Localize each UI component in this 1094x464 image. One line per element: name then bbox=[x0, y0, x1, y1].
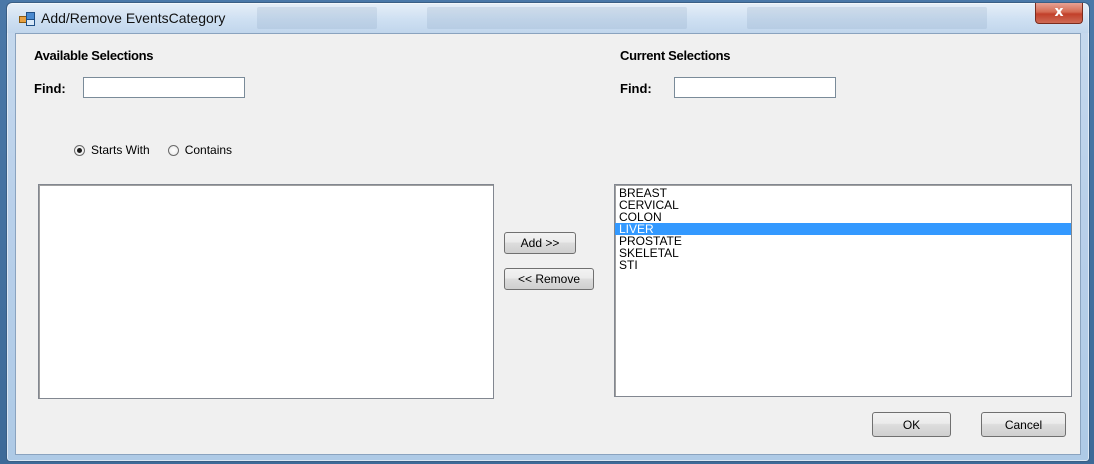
contains-label: Contains bbox=[184, 143, 233, 157]
list-item[interactable]: COLON bbox=[615, 211, 1071, 223]
radio-checked-icon bbox=[74, 144, 85, 156]
remove-button[interactable]: << Remove bbox=[504, 268, 594, 290]
available-find-label: Find: bbox=[34, 81, 66, 96]
starts-with-radio[interactable]: Starts With bbox=[74, 143, 150, 157]
dialog-client-area: Available Selections Find: Starts With C… bbox=[15, 33, 1081, 455]
title-bar[interactable]: Add/Remove EventsCategory x bbox=[7, 3, 1089, 33]
add-button[interactable]: Add >> bbox=[504, 232, 576, 254]
available-find-input[interactable] bbox=[83, 77, 245, 98]
titlebar-ghost bbox=[427, 7, 687, 29]
dialog-window: Add/Remove EventsCategory x Available Se… bbox=[6, 2, 1090, 462]
close-icon: x bbox=[1054, 4, 1064, 20]
current-list: BREAST CERVICAL COLON LIVER PROSTATE SKELETAL… bbox=[615, 185, 1071, 271]
list-item[interactable]: PROSTATE bbox=[615, 235, 1071, 247]
available-selections-heading: Available Selections bbox=[34, 48, 154, 63]
ok-button[interactable]: OK bbox=[872, 412, 951, 437]
titlebar-ghost bbox=[747, 7, 987, 29]
list-item[interactable]: BREAST bbox=[615, 187, 1071, 199]
current-find-input[interactable] bbox=[674, 77, 836, 98]
close-button[interactable]: x bbox=[1035, 3, 1083, 24]
match-mode-radio-group: Starts With Contains bbox=[74, 143, 232, 157]
window-app-icon bbox=[19, 12, 35, 26]
titlebar-ghost bbox=[257, 7, 377, 29]
cancel-button[interactable]: Cancel bbox=[981, 412, 1066, 437]
window-title: Add/Remove EventsCategory bbox=[41, 10, 226, 26]
available-listbox[interactable] bbox=[38, 184, 494, 399]
radio-unchecked-icon bbox=[167, 144, 179, 156]
contains-radio[interactable]: Contains bbox=[167, 143, 233, 157]
current-selections-heading: Current Selections bbox=[620, 48, 731, 63]
list-item[interactable]: LIVER bbox=[615, 223, 1071, 235]
current-find-label: Find: bbox=[620, 81, 652, 96]
current-listbox[interactable]: BREAST CERVICAL COLON LIVER PROSTATE SKELETAL… bbox=[614, 184, 1072, 397]
list-item[interactable]: STI bbox=[615, 259, 1071, 271]
available-list bbox=[39, 185, 493, 187]
starts-with-label: Starts With bbox=[91, 143, 150, 157]
list-item[interactable]: SKELETAL bbox=[615, 247, 1071, 259]
list-item[interactable]: CERVICAL bbox=[615, 199, 1071, 211]
